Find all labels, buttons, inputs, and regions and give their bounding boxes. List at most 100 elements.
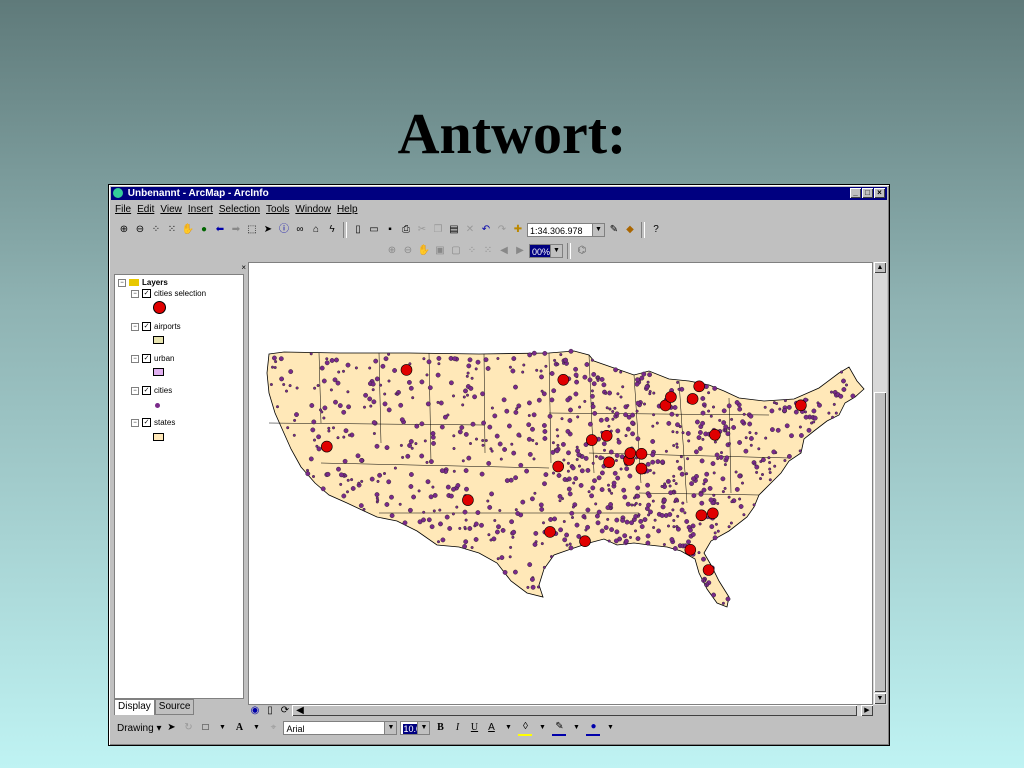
- menu-help[interactable]: Help: [337, 203, 358, 217]
- rectangle-tool-icon[interactable]: □: [198, 721, 212, 735]
- editor-toolbar-icon[interactable]: ✎: [607, 223, 621, 237]
- arctoolbox-icon[interactable]: ◆: [623, 223, 637, 237]
- toc-row-layers[interactable]: − Layers: [118, 278, 168, 288]
- toc-row-layer[interactable]: − ✓ airports: [131, 322, 181, 332]
- toc-row-layer[interactable]: − ✓ urban: [131, 354, 174, 364]
- menu-view[interactable]: View: [160, 203, 182, 217]
- toc-row-layer[interactable]: − ✓ cities: [131, 386, 172, 396]
- scroll-right-icon[interactable]: ▶: [861, 705, 873, 716]
- collapse-icon[interactable]: −: [131, 418, 139, 427]
- paste-icon[interactable]: ▤: [447, 223, 461, 237]
- open-folder-icon[interactable]: ▭: [367, 223, 381, 237]
- tab-display[interactable]: Display: [114, 699, 155, 715]
- cut-icon[interactable]: ✂: [415, 223, 429, 237]
- map-scale-combo[interactable]: 1:34.306.978 ▼: [527, 223, 605, 237]
- identify-icon[interactable]: ⓘ: [277, 223, 291, 237]
- layer-symbol[interactable]: [155, 401, 160, 411]
- layout-zoom-in-icon[interactable]: ⊕: [385, 244, 399, 258]
- chevron-down-icon[interactable]: ▼: [569, 721, 583, 735]
- scroll-down-icon[interactable]: ▼: [874, 693, 886, 704]
- chevron-down-icon[interactable]: ▼: [501, 721, 515, 735]
- visibility-checkbox[interactable]: ✓: [142, 354, 151, 364]
- bold-button[interactable]: B: [433, 721, 447, 735]
- refresh-icon[interactable]: ⟳: [278, 705, 292, 716]
- toc-row-layer[interactable]: − ✓ states: [131, 418, 175, 428]
- select-features-icon[interactable]: ⬚: [245, 223, 259, 237]
- pan-hand-icon[interactable]: ✋: [181, 223, 195, 237]
- marker-color-icon[interactable]: ●: [586, 720, 601, 736]
- underline-button[interactable]: U: [467, 721, 481, 735]
- font-size-combo[interactable]: 10.0 ▼: [400, 721, 431, 735]
- font-color-button[interactable]: A: [484, 721, 498, 735]
- scroll-up-icon[interactable]: ▲: [874, 262, 886, 273]
- map-view[interactable]: [248, 262, 873, 705]
- maximize-button[interactable]: □: [862, 188, 873, 198]
- layer-symbol[interactable]: [153, 368, 164, 379]
- select-elements-arrow-icon[interactable]: ➤: [261, 223, 275, 237]
- layout-zoom-combo[interactable]: 00% ▼: [529, 244, 563, 258]
- rotate-icon[interactable]: ↻: [181, 721, 195, 735]
- chevron-down-icon[interactable]: ▼: [603, 721, 617, 735]
- collapse-icon[interactable]: −: [131, 354, 139, 363]
- collapse-icon[interactable]: −: [131, 289, 139, 298]
- chevron-down-icon[interactable]: ▼: [249, 721, 263, 735]
- layer-symbol[interactable]: [153, 301, 166, 317]
- italic-button[interactable]: I: [450, 721, 464, 735]
- save-icon[interactable]: ▪: [383, 223, 397, 237]
- chevron-down-icon[interactable]: ▼: [592, 224, 604, 236]
- fill-color-icon[interactable]: ◊: [518, 720, 533, 736]
- measure-icon[interactable]: ⌂: [309, 223, 323, 237]
- map-vertical-scrollbar[interactable]: ▲ ▼: [873, 262, 887, 705]
- menu-window[interactable]: Window: [295, 203, 331, 217]
- menu-edit[interactable]: Edit: [137, 203, 154, 217]
- us-map[interactable]: [249, 263, 872, 704]
- menu-selection[interactable]: Selection: [219, 203, 260, 217]
- layout-pan-icon[interactable]: ✋: [417, 244, 431, 258]
- minimize-button[interactable]: _: [850, 188, 861, 198]
- chevron-down-icon[interactable]: ▼: [550, 245, 562, 257]
- text-tool-icon[interactable]: A: [232, 721, 246, 735]
- layout-back-icon[interactable]: ◀: [497, 244, 511, 258]
- chevron-down-icon[interactable]: ▼: [384, 722, 397, 734]
- visibility-checkbox[interactable]: ✓: [142, 386, 151, 396]
- whats-this-help-icon[interactable]: ?: [649, 223, 663, 237]
- menu-tools[interactable]: Tools: [266, 203, 289, 217]
- add-data-icon[interactable]: ✚: [511, 223, 525, 237]
- collapse-icon[interactable]: −: [131, 386, 139, 395]
- print-icon[interactable]: ⎙: [399, 223, 413, 237]
- layout-forward-icon[interactable]: ▶: [513, 244, 527, 258]
- close-button[interactable]: ×: [874, 188, 885, 198]
- find-binoculars-icon[interactable]: ∞: [293, 223, 307, 237]
- map-horizontal-scrollbar[interactable]: ▶: [292, 705, 873, 716]
- chevron-down-icon[interactable]: ▼: [535, 721, 549, 735]
- visibility-checkbox[interactable]: ✓: [142, 418, 151, 428]
- toc-row-layer[interactable]: − ✓ cities selection: [131, 289, 206, 299]
- redo-icon[interactable]: ↷: [495, 223, 509, 237]
- zoom-out-icon[interactable]: ⊖: [133, 223, 147, 237]
- scroll-thumb[interactable]: [874, 392, 886, 692]
- edit-vertices-icon[interactable]: ⌖: [266, 721, 280, 735]
- hyperlink-icon[interactable]: ϟ: [325, 223, 339, 237]
- layer-symbol[interactable]: [153, 433, 164, 444]
- font-name-combo[interactable]: Arial ▼: [283, 721, 398, 735]
- back-arrow-icon[interactable]: ⬅: [213, 223, 227, 237]
- layer-symbol[interactable]: [153, 336, 164, 347]
- forward-arrow-icon[interactable]: ➡: [229, 223, 243, 237]
- visibility-checkbox[interactable]: ✓: [142, 289, 151, 299]
- draft-mode-icon[interactable]: ⌬: [575, 244, 589, 258]
- fixed-zoom-out-icon[interactable]: ⁙: [165, 223, 179, 237]
- chevron-down-icon[interactable]: ▼: [215, 721, 229, 735]
- zoom-100-icon[interactable]: ▢: [449, 244, 463, 258]
- fixed-zoom-in-icon[interactable]: ⁘: [149, 223, 163, 237]
- window-titlebar[interactable]: Unbenannt - ArcMap - ArcInfo _ □ ×: [111, 187, 887, 200]
- collapse-icon[interactable]: −: [118, 278, 126, 287]
- select-elements-arrow-icon[interactable]: ➤: [164, 721, 178, 735]
- scroll-left-icon[interactable]: ◀: [293, 705, 307, 716]
- zoom-in-icon[interactable]: ⊕: [117, 223, 131, 237]
- collapse-icon[interactable]: −: [131, 322, 139, 331]
- layout-view-icon[interactable]: ▯: [263, 705, 277, 716]
- line-color-icon[interactable]: ✎: [552, 720, 567, 736]
- visibility-checkbox[interactable]: ✓: [142, 322, 151, 332]
- tab-source[interactable]: Source: [154, 699, 195, 715]
- layout-zoom-out-icon[interactable]: ⊖: [401, 244, 415, 258]
